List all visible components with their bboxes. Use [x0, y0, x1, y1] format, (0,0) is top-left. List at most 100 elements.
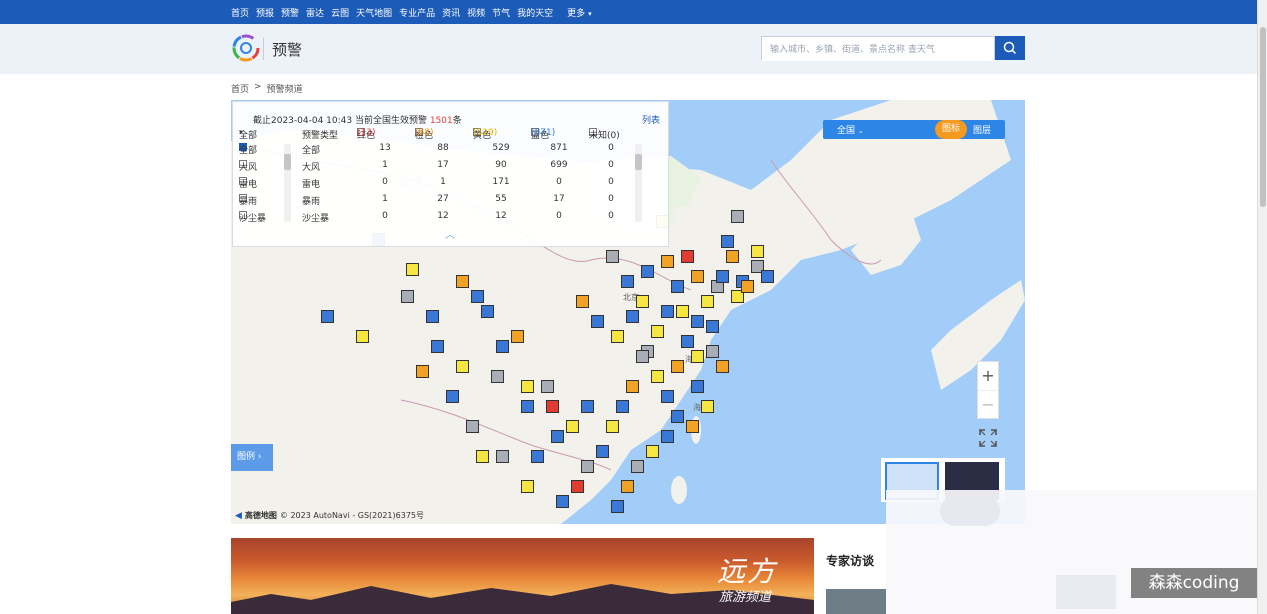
warning-marker-icon[interactable]: [701, 400, 714, 413]
warning-marker-icon[interactable]: [356, 330, 369, 343]
warning-marker-icon[interactable]: [511, 330, 524, 343]
warning-marker-icon[interactable]: [476, 450, 489, 463]
warning-marker-icon[interactable]: [401, 290, 414, 303]
warning-marker-icon[interactable]: [691, 315, 704, 328]
warning-marker-icon[interactable]: [671, 280, 684, 293]
warning-marker-icon[interactable]: [761, 270, 774, 283]
layer-mode-toggle[interactable]: 图层: [973, 123, 991, 136]
warning-marker-icon[interactable]: [686, 420, 699, 433]
warning-marker-icon[interactable]: [491, 370, 504, 383]
warning-marker-icon[interactable]: [406, 263, 419, 276]
nav-item-warning[interactable]: 预警: [281, 6, 299, 19]
warning-marker-icon[interactable]: [616, 400, 629, 413]
warning-marker-icon[interactable]: [551, 430, 564, 443]
warning-map[interactable]: 亚洲 北京 海 海 截止2023-04-04 10:43 当前全国生效预警 15…: [231, 100, 1025, 524]
filter-scrollbar[interactable]: [284, 144, 291, 222]
warning-marker-icon[interactable]: [741, 280, 754, 293]
warning-marker-icon[interactable]: [321, 310, 334, 323]
warning-marker-icon[interactable]: [721, 235, 734, 248]
warning-marker-icon[interactable]: [626, 380, 639, 393]
warning-marker-icon[interactable]: [606, 420, 619, 433]
warning-marker-icon[interactable]: [651, 370, 664, 383]
warning-marker-icon[interactable]: [426, 310, 439, 323]
warning-marker-icon[interactable]: [446, 390, 459, 403]
search-input[interactable]: [762, 39, 994, 61]
warning-marker-icon[interactable]: [581, 400, 594, 413]
warning-marker-icon[interactable]: [751, 245, 764, 258]
page-scrollbar[interactable]: [1257, 0, 1267, 614]
logo-icon[interactable]: [232, 34, 260, 62]
nav-item-video[interactable]: 视频: [467, 6, 485, 19]
warning-marker-icon[interactable]: [636, 350, 649, 363]
list-view-link[interactable]: 列表: [642, 113, 660, 126]
fullscreen-icon[interactable]: [978, 428, 998, 448]
nav-item-radar[interactable]: 雷达: [306, 6, 324, 19]
warning-marker-icon[interactable]: [661, 430, 674, 443]
nav-item-weather-map[interactable]: 天气地图: [356, 6, 392, 19]
warning-marker-icon[interactable]: [581, 460, 594, 473]
warning-marker-icon[interactable]: [621, 480, 634, 493]
warning-marker-icon[interactable]: [431, 340, 444, 353]
warning-marker-icon[interactable]: [521, 480, 534, 493]
breadcrumb-home[interactable]: 首页: [231, 82, 249, 95]
nav-item-home[interactable]: 首页: [231, 6, 249, 19]
warning-marker-icon[interactable]: [661, 305, 674, 318]
warning-marker-icon[interactable]: [706, 320, 719, 333]
nav-item-solar-terms[interactable]: 节气: [492, 6, 510, 19]
warning-marker-icon[interactable]: [691, 270, 704, 283]
warning-marker-icon[interactable]: [576, 295, 589, 308]
warning-marker-icon[interactable]: [681, 335, 694, 348]
warning-marker-icon[interactable]: [691, 380, 704, 393]
warning-marker-icon[interactable]: [596, 445, 609, 458]
zoom-out-button[interactable]: −: [978, 390, 998, 418]
icon-mode-toggle[interactable]: 图标: [935, 120, 967, 139]
warning-marker-icon[interactable]: [651, 325, 664, 338]
scrollbar-thumb[interactable]: [635, 154, 642, 170]
warning-marker-icon[interactable]: [621, 275, 634, 288]
warning-marker-icon[interactable]: [496, 340, 509, 353]
warning-marker-icon[interactable]: [531, 450, 544, 463]
warning-marker-icon[interactable]: [671, 360, 684, 373]
region-select[interactable]: 全国 ⌄: [837, 123, 864, 136]
warning-marker-icon[interactable]: [701, 295, 714, 308]
travel-channel-banner[interactable]: 远方 旅游频道: [231, 538, 814, 614]
warning-marker-icon[interactable]: [731, 210, 744, 223]
warning-marker-icon[interactable]: [541, 380, 554, 393]
warning-marker-icon[interactable]: [591, 315, 604, 328]
warning-marker-icon[interactable]: [661, 255, 674, 268]
warning-marker-icon[interactable]: [726, 250, 739, 263]
warning-marker-icon[interactable]: [691, 350, 704, 363]
nav-more-menu[interactable]: 更多 ▾: [567, 6, 591, 19]
nav-item-cloud[interactable]: 云图: [331, 6, 349, 19]
warning-marker-icon[interactable]: [571, 480, 584, 493]
warning-marker-icon[interactable]: [716, 360, 729, 373]
warning-marker-icon[interactable]: [641, 265, 654, 278]
warning-marker-icon[interactable]: [466, 420, 479, 433]
warning-marker-icon[interactable]: [611, 500, 624, 513]
scrollbar-thumb[interactable]: [284, 154, 291, 170]
search-button[interactable]: [995, 36, 1025, 60]
warning-marker-icon[interactable]: [566, 420, 579, 433]
page-scrollbar-thumb[interactable]: [1260, 27, 1266, 207]
warning-marker-icon[interactable]: [681, 250, 694, 263]
warning-marker-icon[interactable]: [496, 450, 509, 463]
warning-marker-icon[interactable]: [676, 305, 689, 318]
warning-marker-icon[interactable]: [471, 290, 484, 303]
warning-marker-icon[interactable]: [456, 275, 469, 288]
warning-marker-icon[interactable]: [631, 460, 644, 473]
warning-marker-icon[interactable]: [606, 250, 619, 263]
warning-marker-icon[interactable]: [626, 310, 639, 323]
nav-item-forecast[interactable]: 预报: [256, 6, 274, 19]
table-scrollbar[interactable]: [635, 144, 642, 222]
warning-marker-icon[interactable]: [521, 400, 534, 413]
legend-button[interactable]: 图例 ›: [231, 444, 273, 471]
warning-marker-icon[interactable]: [716, 270, 729, 283]
expert-thumbnail[interactable]: [826, 589, 886, 614]
warning-marker-icon[interactable]: [481, 305, 494, 318]
warning-marker-icon[interactable]: [636, 295, 649, 308]
warning-marker-icon[interactable]: [661, 390, 674, 403]
chevron-up-icon[interactable]: ︿: [445, 226, 455, 241]
warning-marker-icon[interactable]: [706, 345, 719, 358]
nav-item-my-sky[interactable]: 我的天空: [517, 6, 553, 19]
nav-item-products[interactable]: 专业产品: [399, 6, 435, 19]
